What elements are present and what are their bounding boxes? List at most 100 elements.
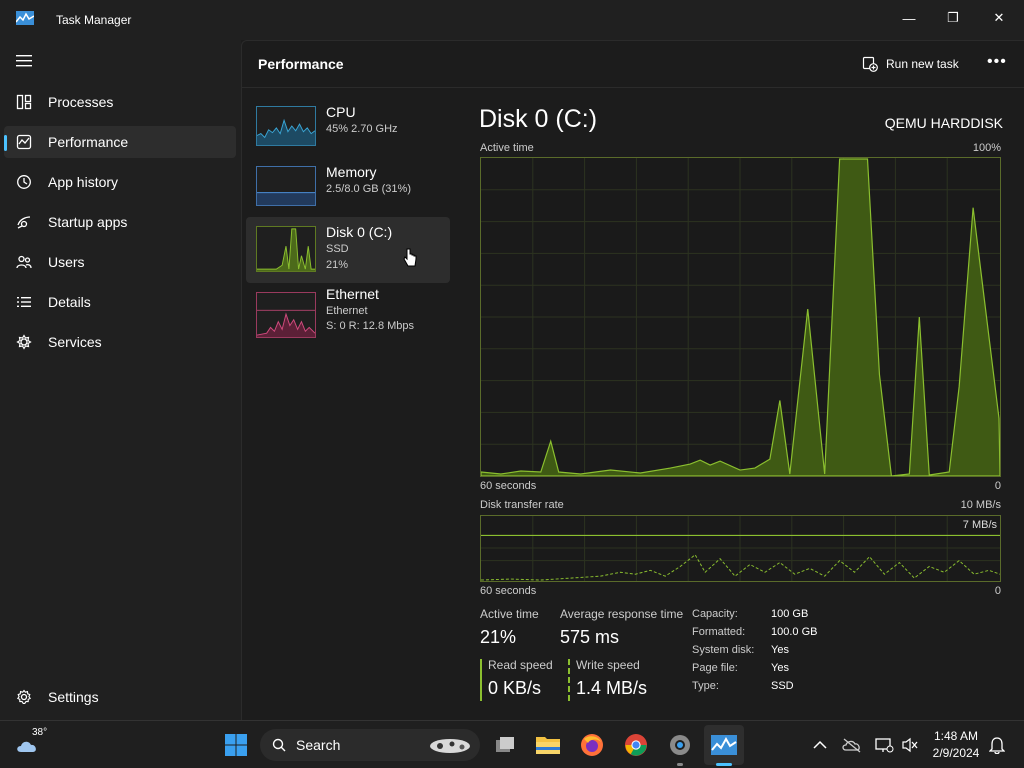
sidebar-item-details[interactable]: Details [4, 286, 236, 318]
firefox-button[interactable] [578, 731, 606, 759]
resource-usage: 21% [326, 259, 349, 271]
stat-read-speed-label: Read speed [488, 658, 553, 672]
disk-title: Disk 0 (C:) [479, 105, 598, 133]
notifications-button[interactable] [983, 731, 1011, 759]
taskbar-search-box[interactable]: Search [260, 729, 480, 761]
resource-name: Disk 0 (C:) [326, 224, 393, 240]
sidebar-item-label: Processes [48, 94, 114, 110]
sidebar-item-label: Performance [48, 134, 129, 150]
transfer-rate-label: Disk transfer rate [480, 499, 564, 511]
task-manager-taskbar-button[interactable] [704, 725, 744, 765]
run-new-task-label: Run new task [886, 57, 959, 71]
property-key: Formatted: [692, 626, 746, 638]
file-explorer-icon [536, 737, 560, 754]
sidebar-item-label: Services [48, 334, 102, 350]
property-value: SSD [771, 680, 794, 692]
stat-avg-response-label: Average response time [560, 607, 684, 621]
minimize-icon: — [902, 10, 916, 26]
mouse-cursor-icon [403, 248, 417, 267]
volume-button[interactable] [896, 731, 924, 759]
resource-cpu[interactable]: CPU 45% 2.70 GHz [246, 97, 450, 163]
active-time-zero-label: 0 [994, 480, 1001, 492]
stat-avg-response-value: 575 ms [560, 627, 620, 647]
users-icon [16, 255, 32, 269]
task-view-button[interactable] [491, 731, 519, 759]
sidebar-item-services[interactable]: Services [4, 326, 236, 358]
windows-logo-icon [225, 734, 247, 756]
maximize-button[interactable]: ❐ [938, 6, 968, 30]
run-new-task-icon [862, 56, 878, 72]
sidebar: Processes Performance App history Startu… [0, 40, 241, 720]
read-speed-marker [480, 659, 482, 701]
startup-apps-icon [17, 216, 31, 229]
file-explorer-button[interactable] [534, 731, 562, 759]
resource-detail: SSD [326, 243, 349, 255]
resource-name: Ethernet [326, 286, 379, 302]
onedrive-button[interactable] [838, 731, 866, 759]
resource-usage: S: 0 R: 12.8 Mbps [326, 320, 415, 332]
task-manager-taskbar-icon [711, 735, 737, 755]
network-button[interactable] [870, 731, 898, 759]
property-value: Yes [771, 644, 789, 656]
header-divider [242, 87, 1024, 88]
sidebar-item-label: Startup apps [48, 214, 128, 230]
active-time-graph-label: Active time [480, 142, 534, 154]
chrome-button[interactable] [622, 731, 650, 759]
chevron-up-icon [813, 740, 827, 749]
settings-app-button[interactable] [666, 731, 694, 759]
taskbar-clock[interactable]: 1:48 AM 2/9/2024 [930, 728, 982, 762]
more-options-icon[interactable]: ••• [987, 53, 1007, 71]
resource-name: Memory [326, 164, 377, 180]
show-hidden-icons-button[interactable] [806, 731, 834, 759]
disk-detail-panel: Disk 0 (C:) QEMU HARDDISK Active time 10… [479, 89, 1009, 721]
main-panel: Performance Run new task ••• CPU 45% 2.7… [241, 40, 1024, 720]
sidebar-item-users[interactable]: Users [4, 246, 236, 278]
minimize-button[interactable]: — [894, 6, 924, 30]
weather-cloud-icon [17, 741, 36, 752]
transfer-rate-marker: 7 MB/s [962, 519, 997, 531]
clock-date: 2/9/2024 [932, 746, 980, 760]
property-key: Capacity: [692, 608, 738, 620]
cpu-thumbnail-graph [256, 106, 316, 146]
property-value: 100.0 GB [771, 626, 818, 638]
sidebar-item-label: App history [48, 174, 119, 190]
hamburger-menu-icon[interactable] [16, 54, 32, 68]
processes-icon [16, 94, 32, 110]
task-view-icon [496, 737, 514, 752]
property-key: System disk: [692, 644, 755, 656]
performance-icon [16, 134, 32, 150]
stat-read-speed-value: 0 KB/s [488, 678, 542, 698]
sidebar-item-settings[interactable]: Settings [4, 681, 236, 713]
weather-temperature: 38° [32, 727, 48, 738]
window-title: Task Manager [56, 13, 132, 27]
sidebar-item-performance[interactable]: Performance [4, 126, 236, 158]
transfer-rate-max: 10 MB/s [960, 499, 1001, 511]
active-time-seconds-label: 60 seconds [480, 480, 537, 492]
resource-disk-0[interactable]: Disk 0 (C:) SSD 21% [246, 217, 450, 283]
volume-muted-icon [902, 737, 918, 753]
resource-memory[interactable]: Memory 2.5/8.0 GB (31%) [246, 157, 450, 223]
resource-ethernet[interactable]: Ethernet Ethernet S: 0 R: 12.8 Mbps [246, 283, 450, 349]
task-manager-icon [16, 11, 34, 25]
resource-detail: 45% 2.70 GHz [326, 123, 398, 135]
property-key: Page file: [692, 662, 738, 674]
disk-model: QEMU HARDDISK [884, 115, 1003, 131]
title-bar: Task Manager — ❐ ✕ [0, 0, 1024, 40]
onedrive-offline-icon [842, 738, 861, 753]
sidebar-item-app-history[interactable]: App history [4, 166, 236, 198]
run-new-task-button[interactable]: Run new task [862, 53, 959, 75]
start-button[interactable] [222, 731, 250, 759]
resource-name: CPU [326, 104, 356, 120]
sidebar-item-processes[interactable]: Processes [4, 86, 236, 118]
search-placeholder: Search [296, 737, 341, 753]
sidebar-item-startup-apps[interactable]: Startup apps [4, 206, 236, 238]
property-value: Yes [771, 662, 789, 674]
stat-write-speed-value: 1.4 MB/s [576, 678, 648, 698]
close-button[interactable]: ✕ [984, 6, 1014, 30]
restore-icon: ❐ [947, 10, 959, 25]
transfer-rate-graph [480, 515, 1001, 582]
page-title: Performance [258, 56, 344, 72]
write-speed-marker [568, 659, 570, 701]
stat-write-speed-label: Write speed [576, 658, 640, 672]
firefox-icon [581, 734, 603, 756]
